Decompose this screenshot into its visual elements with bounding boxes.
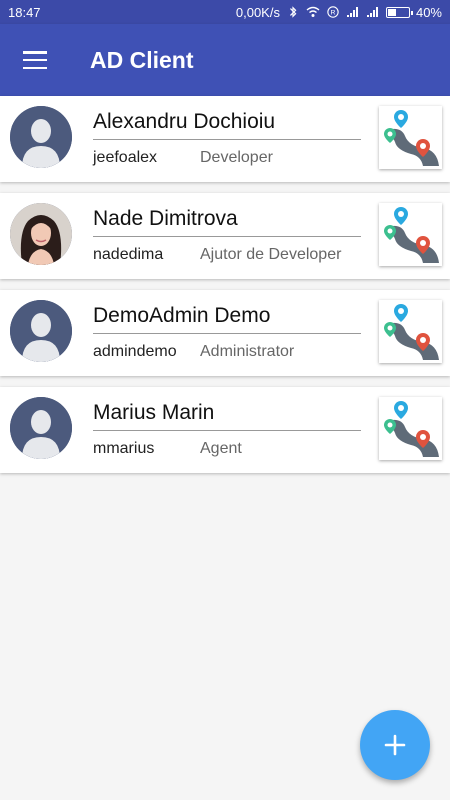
user-card[interactable]: DemoAdmin Demo admindemo Administrator bbox=[0, 290, 450, 376]
default-avatar-icon bbox=[10, 106, 72, 168]
avatar bbox=[10, 203, 72, 265]
svg-text:R: R bbox=[330, 10, 335, 17]
user-role: Agent bbox=[200, 440, 242, 457]
avatar bbox=[10, 106, 72, 168]
divider bbox=[93, 139, 361, 140]
divider bbox=[93, 333, 361, 334]
user-username: mmarius bbox=[93, 440, 155, 457]
add-user-fab[interactable] bbox=[360, 710, 430, 780]
user-role: Administrator bbox=[200, 343, 295, 360]
route-map-icon bbox=[384, 207, 439, 263]
menu-button[interactable] bbox=[0, 24, 70, 96]
hamburger-menu-icon bbox=[23, 51, 47, 69]
route-map-button[interactable] bbox=[379, 203, 442, 266]
route-map-icon bbox=[384, 304, 439, 360]
route-map-button[interactable] bbox=[379, 397, 442, 460]
user-name: Marius Marin bbox=[93, 401, 215, 424]
default-avatar-icon bbox=[10, 300, 72, 362]
route-map-icon bbox=[384, 401, 439, 457]
plus-icon bbox=[384, 734, 406, 756]
app-bar: AD Client bbox=[0, 24, 450, 96]
avatar bbox=[10, 397, 72, 459]
status-bar: 18:47 0,00K/s R 40% bbox=[0, 0, 450, 24]
wifi-icon bbox=[306, 6, 320, 17]
user-card[interactable]: Marius Marin mmarius Agent bbox=[0, 387, 450, 473]
user-role: Developer bbox=[200, 149, 273, 166]
signal-icon bbox=[346, 7, 358, 17]
app-title: AD Client bbox=[90, 46, 194, 73]
user-card[interactable]: Alexandru Dochioiu jeefoalex Developer bbox=[0, 96, 450, 182]
bluetooth-icon bbox=[289, 6, 297, 18]
registered-icon: R bbox=[327, 6, 339, 18]
status-time: 18:47 bbox=[8, 4, 41, 20]
network-speed: 0,00K/s bbox=[235, 4, 280, 20]
user-username: nadedima bbox=[93, 246, 164, 263]
photo-avatar-icon bbox=[10, 203, 72, 265]
divider bbox=[93, 430, 361, 431]
user-username: admindemo bbox=[93, 343, 177, 360]
avatar bbox=[10, 300, 72, 362]
signal-icon bbox=[366, 7, 378, 17]
battery-level: 40% bbox=[415, 4, 442, 20]
route-map-icon bbox=[384, 110, 439, 166]
default-avatar-icon bbox=[10, 397, 72, 459]
route-map-button[interactable] bbox=[379, 106, 442, 169]
user-name: Nade Dimitrova bbox=[93, 207, 238, 230]
user-name: DemoAdmin Demo bbox=[93, 304, 271, 327]
divider bbox=[93, 236, 361, 237]
user-name: Alexandru Dochioiu bbox=[93, 110, 276, 133]
user-card[interactable]: Nade Dimitrova nadedima Ajutor de Develo… bbox=[0, 193, 450, 279]
status-icons: 0,00K/s R 40% bbox=[236, 5, 442, 20]
route-map-button[interactable] bbox=[379, 300, 442, 363]
user-role: Ajutor de Developer bbox=[200, 246, 342, 263]
battery-icon bbox=[385, 6, 413, 18]
user-username: jeefoalex bbox=[93, 149, 158, 166]
